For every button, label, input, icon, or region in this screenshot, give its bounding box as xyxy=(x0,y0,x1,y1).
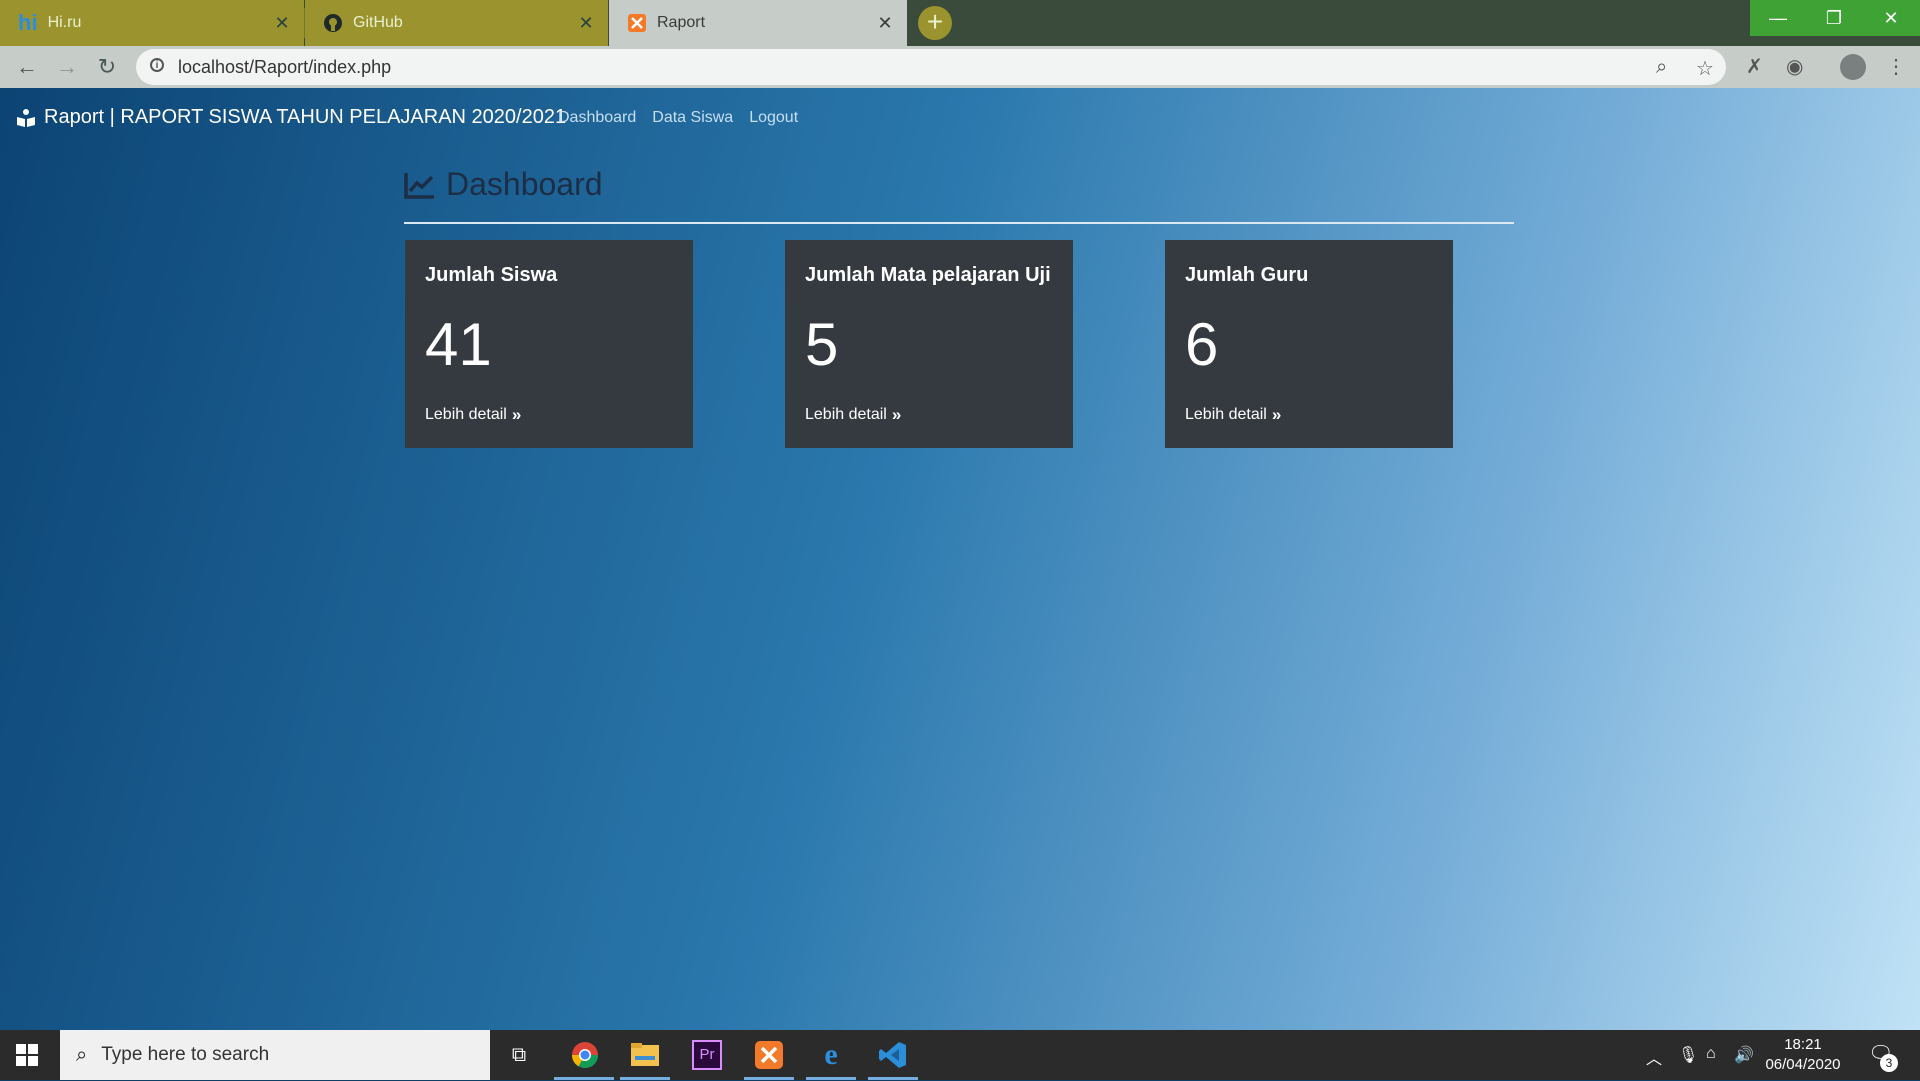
tab-raport[interactable]: Raport ✕ xyxy=(609,0,907,46)
system-clock[interactable]: 18:21 06/04/2020 xyxy=(1760,1035,1846,1075)
navbar-links: Dashboard Data Siswa Logout xyxy=(558,109,798,127)
stat-card-guru: Jumlah Guru 6 Lebih detail » xyxy=(1165,240,1453,448)
nav-link-data-siswa[interactable]: Data Siswa xyxy=(652,109,733,127)
close-icon[interactable]: ✕ xyxy=(875,13,895,34)
xampp-icon[interactable] xyxy=(752,1038,786,1072)
card-value: 6 xyxy=(1185,311,1219,378)
card-detail-link[interactable]: Lebih detail » xyxy=(1185,405,1433,425)
nav-link-logout[interactable]: Logout xyxy=(749,109,798,127)
card-title: Jumlah Siswa xyxy=(425,264,558,286)
xampp-icon xyxy=(628,14,646,32)
task-view-icon[interactable]: ⧉ xyxy=(502,1038,536,1072)
bookmark-star-icon[interactable]: ☆ xyxy=(1696,56,1714,81)
clock-date: 06/04/2020 xyxy=(1765,1056,1841,1073)
card-value: 5 xyxy=(805,311,839,378)
card-title: Jumlah Guru xyxy=(1185,264,1309,286)
restore-button[interactable]: ❐ xyxy=(1806,0,1862,36)
premiere-icon[interactable]: Pr xyxy=(690,1038,724,1072)
windows-start-icon[interactable] xyxy=(14,1042,40,1068)
navbar-brand[interactable]: Raport | RAPORT SISWA TAHUN PELAJARAN 20… xyxy=(16,106,566,129)
notification-count-badge: 3 xyxy=(1880,1054,1898,1072)
windows-taskbar: ⌕ Type here to search ⧉ Pr e ︿ 🎙 ⌂ 🔊 18:… xyxy=(0,1030,1920,1080)
card-link-label[interactable]: Lebih detail xyxy=(425,406,507,424)
new-tab-button[interactable]: + xyxy=(918,6,952,40)
angle-double-right-icon: » xyxy=(511,405,522,424)
card-detail-link[interactable]: Lebih detail » xyxy=(805,405,1053,425)
heading-divider xyxy=(404,222,1514,224)
taskbar-search[interactable]: ⌕ Type here to search xyxy=(60,1030,490,1080)
url-text[interactable]: localhost/Raport/index.php xyxy=(178,57,391,78)
edge-icon[interactable]: e xyxy=(814,1038,848,1072)
extension-x-icon[interactable]: ✗ xyxy=(1746,54,1763,79)
tab-title: Hi.ru xyxy=(47,14,82,31)
search-icon: ⌕ xyxy=(76,1043,88,1066)
minimize-button[interactable]: — xyxy=(1750,0,1806,36)
browser-toolbar: ← → ↻ i localhost/Raport/index.php ⌕ ☆ ✗… xyxy=(0,46,1920,88)
tab-hiru[interactable]: hi Hi.ru ✕ xyxy=(0,0,304,46)
file-explorer-icon[interactable] xyxy=(628,1038,662,1072)
close-window-button[interactable]: ✕ xyxy=(1862,0,1920,36)
github-icon xyxy=(324,14,342,32)
card-title: Jumlah Mata pelajaran Uji xyxy=(805,264,1051,286)
vscode-icon[interactable] xyxy=(876,1038,910,1072)
volume-icon[interactable]: 🔊 xyxy=(1734,1045,1754,1065)
search-placeholder[interactable]: Type here to search xyxy=(101,1044,269,1066)
nav-link-dashboard[interactable]: Dashboard xyxy=(558,109,636,127)
forward-icon[interactable]: → xyxy=(52,52,82,82)
chevron-up-icon[interactable]: ︿ xyxy=(1646,1045,1662,1069)
reload-icon[interactable]: ↻ xyxy=(92,52,122,82)
card-value: 41 xyxy=(425,311,492,378)
angle-double-right-icon: » xyxy=(891,405,902,424)
card-link-label[interactable]: Lebih detail xyxy=(805,406,887,424)
info-icon[interactable]: i xyxy=(150,58,164,72)
stat-card-siswa: Jumlah Siswa 41 Lebih detail » xyxy=(405,240,693,448)
angle-double-right-icon: » xyxy=(1271,405,1282,424)
card-link-label[interactable]: Lebih detail xyxy=(1185,406,1267,424)
zoom-icon[interactable]: ⌕ xyxy=(1656,56,1667,79)
address-bar[interactable]: i localhost/Raport/index.php ⌕ ☆ xyxy=(136,49,1726,85)
chrome-icon[interactable] xyxy=(568,1038,602,1072)
tab-title: Raport xyxy=(657,14,706,31)
profile-avatar[interactable] xyxy=(1840,54,1866,80)
page-content: Raport | RAPORT SISWA TAHUN PELAJARAN 20… xyxy=(0,88,1920,1030)
browser-tab-strip: hi Hi.ru ✕ GitHub ✕ Raport ✕ + — ❐ ✕ xyxy=(0,0,1920,46)
back-icon[interactable]: ← xyxy=(12,52,42,82)
close-icon[interactable]: ✕ xyxy=(576,13,596,34)
card-detail-link[interactable]: Lebih detail » xyxy=(425,405,673,425)
network-icon[interactable]: ⌂ xyxy=(1706,1045,1716,1063)
page-title-text: Dashboard xyxy=(446,166,603,202)
microphone-icon[interactable]: 🎙 xyxy=(1678,1045,1698,1065)
book-reader-icon xyxy=(17,108,35,127)
clock-time: 18:21 xyxy=(1784,1036,1822,1053)
page-title: Dashboard xyxy=(404,166,603,203)
hi-icon: hi xyxy=(18,10,38,35)
stat-card-mapel: Jumlah Mata pelajaran Uji 5 Lebih detail… xyxy=(785,240,1073,448)
brand-text: Raport | RAPORT SISWA TAHUN PELAJARAN 20… xyxy=(44,106,567,128)
area-chart-icon xyxy=(404,172,434,199)
tab-github[interactable]: GitHub ✕ xyxy=(305,0,608,46)
close-icon[interactable]: ✕ xyxy=(272,13,292,34)
extension-circle-icon[interactable]: ◉ xyxy=(1786,54,1803,79)
menu-kebab-icon[interactable]: ⋮ xyxy=(1886,54,1906,79)
tab-title: GitHub xyxy=(353,14,403,31)
